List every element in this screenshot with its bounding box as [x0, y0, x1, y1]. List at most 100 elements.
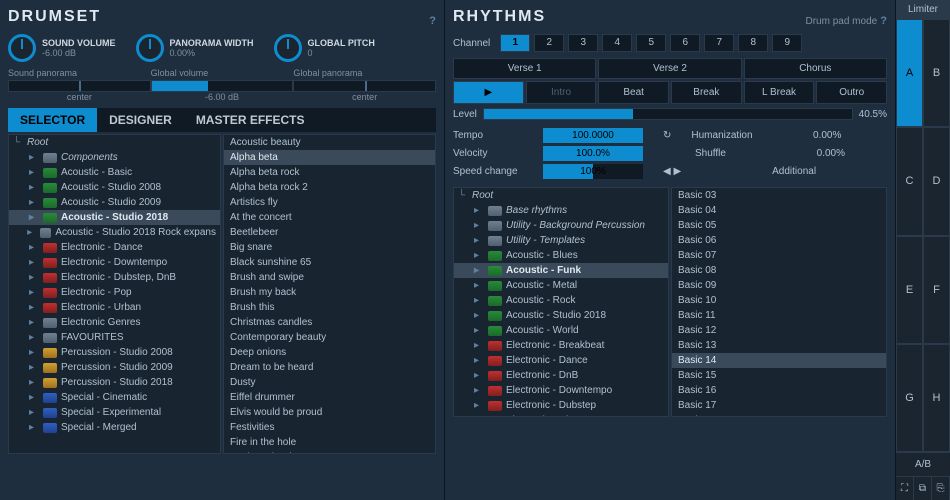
- tree-item[interactable]: ▸ Electronic - Dance: [9, 240, 220, 255]
- drum-pad[interactable]: H: [923, 344, 950, 452]
- preset-item[interactable]: Brush my back: [224, 285, 435, 300]
- tab-master-effects[interactable]: MASTER EFFECTS: [184, 108, 317, 132]
- shuffle-value[interactable]: 0.00%: [785, 148, 845, 159]
- tab-designer[interactable]: DESIGNER: [97, 108, 184, 132]
- tab-selector[interactable]: SELECTOR: [8, 108, 97, 132]
- tree-item[interactable]: ▸ Electronic - Dubstep, DnB: [9, 270, 220, 285]
- preset-item[interactable]: Alpha beta: [224, 150, 435, 165]
- additional-button[interactable]: Additional: [701, 166, 887, 177]
- speed-change-value[interactable]: 100%: [543, 164, 643, 179]
- preset-item[interactable]: Acoustic beauty: [224, 135, 435, 150]
- tree-item[interactable]: ▸ Acoustic - Rock: [454, 293, 668, 308]
- channel-button[interactable]: 5: [636, 34, 666, 52]
- ab-compare-button[interactable]: A/B: [896, 452, 950, 476]
- drum-pad[interactable]: G: [896, 344, 923, 452]
- tempo-value[interactable]: 100.0000: [543, 128, 643, 143]
- tree-item[interactable]: ▸ Electronic - Pop: [9, 285, 220, 300]
- tree-root[interactable]: └ Root: [454, 188, 668, 203]
- tree-root[interactable]: └ Root: [9, 135, 220, 150]
- preset-item[interactable]: Dusty: [224, 375, 435, 390]
- tree-item[interactable]: ▸ Electronic Genres: [9, 315, 220, 330]
- tree-item[interactable]: ▸ Acoustic - Studio 2008: [9, 180, 220, 195]
- tree-item[interactable]: ▸ Acoustic - Metal: [454, 278, 668, 293]
- preset-item[interactable]: At the concert: [224, 210, 435, 225]
- rhythm-item[interactable]: Basic 04: [672, 203, 886, 218]
- global-pitch-knob[interactable]: [274, 34, 302, 62]
- level-slider[interactable]: [483, 108, 853, 120]
- tree-item[interactable]: ▸ Special - Merged: [9, 420, 220, 435]
- tree-item[interactable]: ▸ Percussion - Studio 2018: [9, 375, 220, 390]
- rhythm-item[interactable]: Basic 15: [672, 368, 886, 383]
- drum-pad-mode-label[interactable]: Drum pad mode: [806, 16, 878, 27]
- pattern-outro[interactable]: Outro: [816, 81, 887, 104]
- preset-item[interactable]: Beetlebeer: [224, 225, 435, 240]
- tree-item[interactable]: ▸ Special - Cinematic: [9, 390, 220, 405]
- tree-base[interactable]: ▸ Base rhythms: [454, 203, 668, 218]
- rhythm-item[interactable]: Basic 17: [672, 398, 886, 413]
- pattern-beat[interactable]: Beat: [598, 81, 669, 104]
- preset-item[interactable]: Dream to be heard: [224, 360, 435, 375]
- help-icon[interactable]: ?: [429, 15, 436, 27]
- tree-item[interactable]: ▸ Acoustic - Studio 2018: [454, 308, 668, 323]
- rhythm-item[interactable]: Basic 11: [672, 308, 886, 323]
- preset-item[interactable]: Artistics fly: [224, 195, 435, 210]
- preset-item[interactable]: Big snare: [224, 240, 435, 255]
- rhythm-item[interactable]: Basic 09: [672, 278, 886, 293]
- humanization-value[interactable]: 0.00%: [781, 130, 841, 141]
- tree-item[interactable]: ▸ Electronic - Urban: [9, 300, 220, 315]
- preset-item[interactable]: Christmas candles: [224, 315, 435, 330]
- preset-item[interactable]: Fire in the hole: [224, 435, 435, 450]
- paste-icon[interactable]: ⎘: [932, 477, 950, 500]
- drumset-preset-list[interactable]: Acoustic beautyAlpha betaAlpha beta rock…: [223, 134, 436, 454]
- channel-button[interactable]: 1: [500, 34, 530, 52]
- tree-item[interactable]: ▸ Acoustic - Studio 2018: [9, 210, 220, 225]
- rhythm-item[interactable]: Basic 10: [672, 293, 886, 308]
- section-tab[interactable]: Verse 1: [453, 58, 596, 79]
- drum-pad[interactable]: D: [923, 127, 950, 235]
- preset-item[interactable]: Brush and swipe: [224, 270, 435, 285]
- global-volume-slider[interactable]: [151, 80, 294, 92]
- tree-item[interactable]: ▸ Special - Experimental: [9, 405, 220, 420]
- preset-item[interactable]: Deep onions: [224, 345, 435, 360]
- rhythm-item[interactable]: Basic 03: [672, 188, 886, 203]
- section-tab[interactable]: Chorus: [744, 58, 887, 79]
- tree-item[interactable]: ▸ Electronic - Downtempo: [454, 383, 668, 398]
- drumset-tree[interactable]: └ Root ▸ Components▸ Acoustic - Basic▸ A…: [8, 134, 221, 454]
- tree-item[interactable]: ▸ Electronic - Dance: [454, 353, 668, 368]
- rhythm-item[interactable]: Basic 16: [672, 383, 886, 398]
- tree-components[interactable]: ▸ Components: [9, 150, 220, 165]
- rhythm-item[interactable]: Basic 05: [672, 218, 886, 233]
- channel-button[interactable]: 7: [704, 34, 734, 52]
- channel-button[interactable]: 6: [670, 34, 700, 52]
- preset-item[interactable]: Elvis would be proud: [224, 405, 435, 420]
- channel-button[interactable]: 8: [738, 34, 768, 52]
- rhythm-list[interactable]: Basic 03Basic 04Basic 05Basic 06Basic 07…: [671, 187, 887, 417]
- fullscreen-icon[interactable]: ⛶: [896, 477, 914, 500]
- preset-item[interactable]: Alpha beta rock 2: [224, 180, 435, 195]
- sound-volume-knob[interactable]: [8, 34, 36, 62]
- global-panorama-slider[interactable]: [293, 80, 436, 92]
- preset-item[interactable]: Brush this: [224, 300, 435, 315]
- rhythm-item[interactable]: Basic 13: [672, 338, 886, 353]
- tree-util[interactable]: ▸ Utility - Background Percussion: [454, 218, 668, 233]
- preset-item[interactable]: Funk me hard: [224, 450, 435, 454]
- drum-pad[interactable]: B: [923, 19, 950, 127]
- pattern-lbreak[interactable]: L Break: [744, 81, 815, 104]
- rhythm-item[interactable]: Basic 12: [672, 323, 886, 338]
- preset-item[interactable]: Alpha beta rock: [224, 165, 435, 180]
- tree-item[interactable]: ▸ Electronic - Dubstep: [454, 398, 668, 413]
- rhythm-item[interactable]: Basic 08: [672, 263, 886, 278]
- channel-button[interactable]: 2: [534, 34, 564, 52]
- preset-item[interactable]: Black sunshine 65: [224, 255, 435, 270]
- velocity-value[interactable]: 100.0%: [543, 146, 643, 161]
- tree-item[interactable]: ▸ Percussion - Studio 2009: [9, 360, 220, 375]
- channel-button[interactable]: 9: [772, 34, 802, 52]
- pattern-intro[interactable]: Intro: [526, 81, 597, 104]
- drum-pad[interactable]: A: [896, 19, 923, 127]
- drum-pad[interactable]: E: [896, 236, 923, 344]
- preset-item[interactable]: Eiffel drummer: [224, 390, 435, 405]
- tree-item[interactable]: ▸ Percussion - Studio 2008: [9, 345, 220, 360]
- tree-item[interactable]: ▸ Acoustic - Funk: [454, 263, 668, 278]
- help-icon[interactable]: ?: [880, 15, 887, 27]
- drum-pad[interactable]: F: [923, 236, 950, 344]
